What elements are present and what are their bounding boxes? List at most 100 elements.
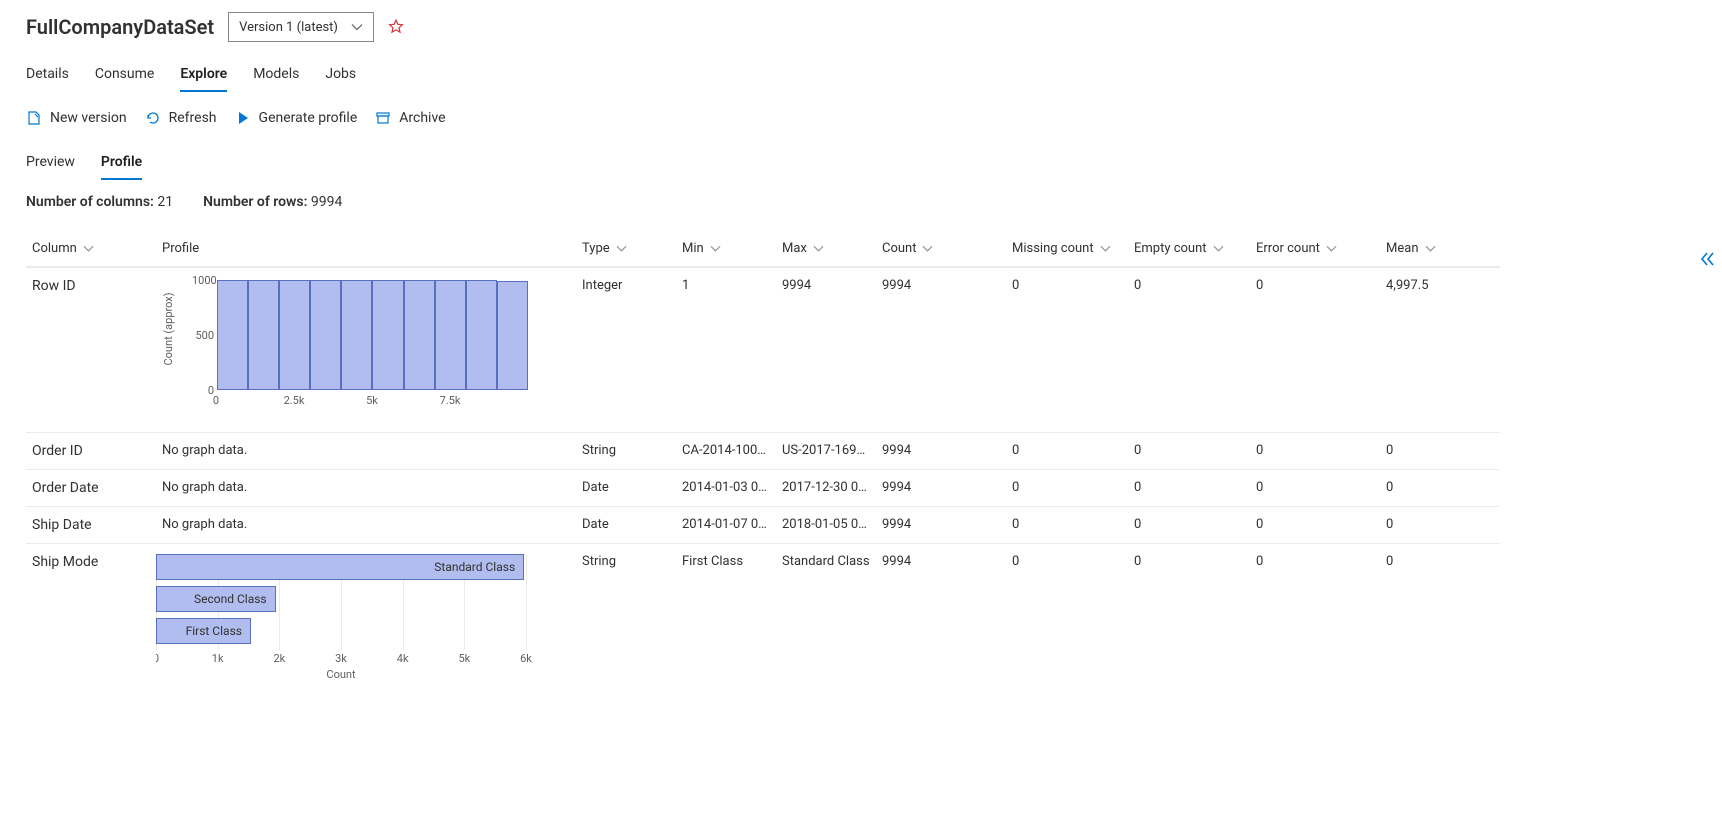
cell-profile: No graph data. xyxy=(156,469,576,505)
histogram-bar xyxy=(310,280,341,390)
cell-count: 9994 xyxy=(876,543,1006,579)
profile-table-scroll[interactable]: ColumnProfileTypeMinMaxCountMissing coun… xyxy=(26,230,1696,790)
chart-ytick: 500 xyxy=(192,329,214,342)
refresh-icon xyxy=(145,110,161,126)
cell-profile: No graph data. xyxy=(156,432,576,468)
page-title: FullCompanyDataSet xyxy=(26,15,214,39)
favorite-star-button[interactable] xyxy=(388,19,404,35)
chevron-down-icon xyxy=(813,243,824,254)
chart-ytick: 0 xyxy=(192,384,214,397)
chart-xtick: 5k xyxy=(366,394,378,407)
generate-profile-button[interactable]: Generate profile xyxy=(235,110,358,126)
cell-max: Standard Class xyxy=(776,543,876,579)
cell-missing: 0 xyxy=(1006,267,1128,303)
cell-min: 2014-01-07 0… xyxy=(676,506,776,542)
chart-xtick: 7.5k xyxy=(440,394,461,407)
tab-models[interactable]: Models xyxy=(253,60,299,92)
column-header-count[interactable]: Count xyxy=(876,231,1006,267)
rows-label: Number of rows: xyxy=(203,194,307,210)
histogram-bar xyxy=(279,280,310,390)
collapse-right-panel-button[interactable] xyxy=(1698,250,1716,272)
chart-ytick: 1000 xyxy=(192,274,214,287)
subtab-profile[interactable]: Profile xyxy=(101,148,142,180)
histogram-bar xyxy=(372,280,403,390)
column-header-type[interactable]: Type xyxy=(576,231,676,267)
cell-missing: 0 xyxy=(1006,432,1128,468)
version-select[interactable]: Version 1 (latest) xyxy=(228,12,374,42)
archive-label: Archive xyxy=(399,110,445,126)
histogram-bar xyxy=(248,280,279,390)
column-header-column[interactable]: Column xyxy=(26,231,156,267)
column-header-mean[interactable]: Mean xyxy=(1380,231,1500,267)
chart-xtick: 1k xyxy=(212,652,224,665)
chevron-down-icon xyxy=(1326,243,1337,254)
cell-count: 9994 xyxy=(876,267,1006,303)
generate-profile-label: Generate profile xyxy=(259,110,358,126)
cell-column: Order Date xyxy=(26,469,156,506)
cell-profile: Count (approx)0500100002.5k5k7.5k xyxy=(156,267,576,432)
column-header-max[interactable]: Max xyxy=(776,231,876,267)
cell-empty: 0 xyxy=(1128,469,1250,505)
cell-missing: 0 xyxy=(1006,506,1128,542)
cell-error: 0 xyxy=(1250,267,1380,303)
category-bar-chart: Standard ClassSecond ClassFirst Class01k… xyxy=(156,552,526,682)
chart-xtick: 2k xyxy=(273,652,285,665)
column-header-empty-count[interactable]: Empty count xyxy=(1128,231,1250,267)
cell-min: CA-2014-100… xyxy=(676,432,776,468)
cell-type: String xyxy=(576,432,676,468)
tab-jobs[interactable]: Jobs xyxy=(325,60,356,92)
tab-details[interactable]: Details xyxy=(26,60,69,92)
cell-count: 9994 xyxy=(876,432,1006,468)
new-version-button[interactable]: New version xyxy=(26,110,127,126)
category-bar: First Class xyxy=(156,618,251,644)
cell-type: Date xyxy=(576,469,676,505)
cell-count: 9994 xyxy=(876,469,1006,505)
cell-type: Date xyxy=(576,506,676,542)
cell-mean: 0 xyxy=(1380,432,1500,468)
archive-icon xyxy=(375,110,391,126)
cell-max: 9994 xyxy=(776,267,876,303)
tab-explore[interactable]: Explore xyxy=(180,60,227,92)
chevron-down-icon xyxy=(1213,243,1224,254)
cell-max: 2018-01-05 0… xyxy=(776,506,876,542)
cell-max: 2017-12-30 0… xyxy=(776,469,876,505)
cell-empty: 0 xyxy=(1128,432,1250,468)
chart-xlabel: Count xyxy=(156,668,526,681)
toolbar: New version Refresh Generate profile Arc… xyxy=(26,110,1696,126)
cell-min: 2014-01-03 0… xyxy=(676,469,776,505)
chevron-down-icon xyxy=(616,243,627,254)
histogram-bar xyxy=(404,280,435,390)
histogram-chart: Count (approx)0500100002.5k5k7.5k xyxy=(156,276,546,416)
histogram-bar xyxy=(341,280,372,390)
primary-tabs: Details Consume Explore Models Jobs xyxy=(26,60,1696,92)
cell-profile: Standard ClassSecond ClassFirst Class01k… xyxy=(156,543,576,698)
cols-label: Number of columns: xyxy=(26,194,154,210)
cell-error: 0 xyxy=(1250,469,1380,505)
subtab-preview[interactable]: Preview xyxy=(26,148,75,180)
chart-xtick: 3k xyxy=(335,652,347,665)
category-bar: Standard Class xyxy=(156,554,524,580)
cell-mean: 0 xyxy=(1380,543,1500,579)
archive-button[interactable]: Archive xyxy=(375,110,445,126)
cols-value: 21 xyxy=(157,194,173,210)
cell-error: 0 xyxy=(1250,506,1380,542)
cell-column: Ship Date xyxy=(26,506,156,543)
chart-xtick: 5k xyxy=(458,652,470,665)
play-icon xyxy=(235,110,251,126)
cell-mean: 0 xyxy=(1380,469,1500,505)
chevron-down-icon xyxy=(351,21,363,33)
chevron-down-icon xyxy=(710,243,721,254)
column-header-error-count[interactable]: Error count xyxy=(1250,231,1380,267)
cell-mean: 4,997.5 xyxy=(1380,267,1500,303)
cell-profile: No graph data. xyxy=(156,506,576,542)
cell-empty: 0 xyxy=(1128,543,1250,579)
refresh-button[interactable]: Refresh xyxy=(145,110,217,126)
tab-consume[interactable]: Consume xyxy=(95,60,154,92)
column-header-profile[interactable]: Profile xyxy=(156,231,576,267)
chevron-down-icon xyxy=(83,243,94,254)
cell-column: Row ID xyxy=(26,267,156,304)
chevron-down-icon xyxy=(1100,243,1111,254)
column-header-min[interactable]: Min xyxy=(676,231,776,267)
cell-mean: 0 xyxy=(1380,506,1500,542)
column-header-missing-count[interactable]: Missing count xyxy=(1006,231,1128,267)
